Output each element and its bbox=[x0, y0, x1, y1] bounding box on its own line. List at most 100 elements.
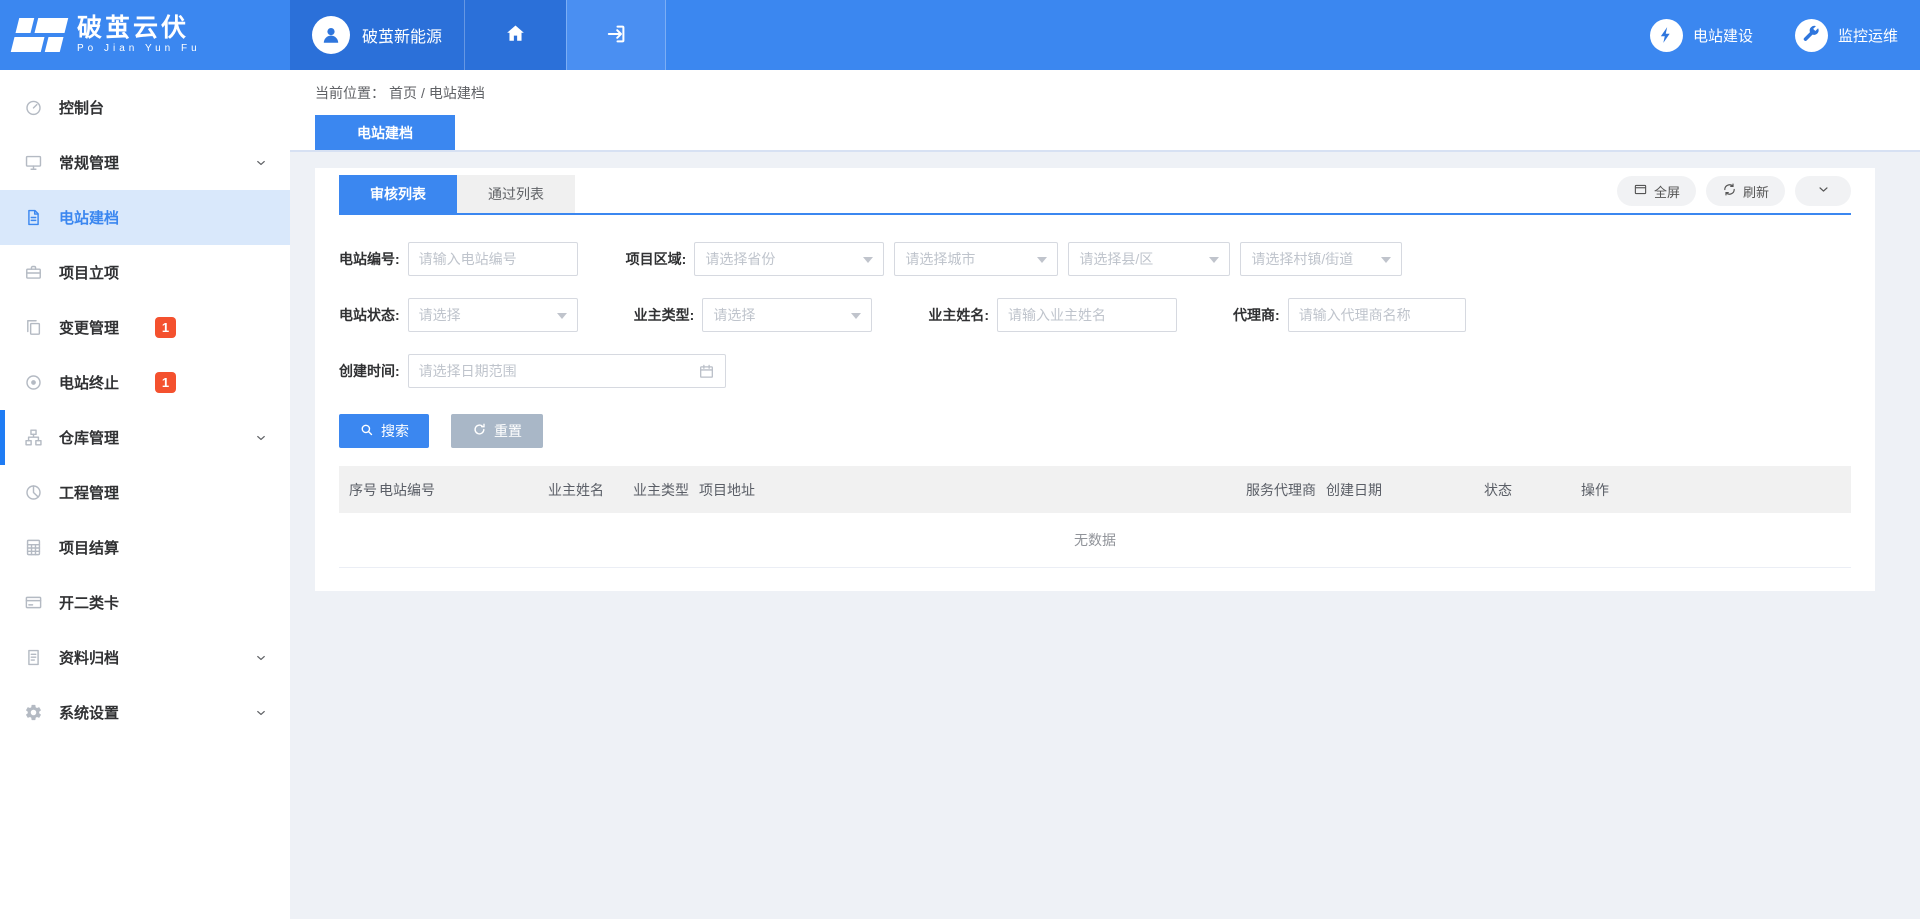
search-icon bbox=[359, 422, 374, 440]
notification-badge: 1 bbox=[155, 372, 176, 393]
sidebar-item-console[interactable]: 控制台 bbox=[0, 80, 290, 135]
filter-field-county: 请选择县/区 bbox=[1068, 242, 1230, 276]
record-icon bbox=[24, 373, 43, 392]
active-indicator bbox=[0, 410, 5, 465]
caret-down-icon bbox=[863, 257, 873, 263]
refresh-label: 刷新 bbox=[1743, 182, 1769, 201]
refresh-icon bbox=[1722, 182, 1737, 200]
archive-icon bbox=[24, 648, 43, 667]
home-button[interactable] bbox=[464, 0, 566, 70]
filter-input-agent[interactable] bbox=[1288, 298, 1466, 332]
filter-select-village[interactable]: 请选择村镇/街道 bbox=[1240, 242, 1402, 276]
sidebar-item-label: 资料归档 bbox=[59, 647, 119, 668]
sidebar-item-label: 项目结算 bbox=[59, 537, 119, 558]
filter-label-agent: 代理商: bbox=[1233, 305, 1280, 325]
sidebar: 控制台常规管理电站建档项目立项变更管理1电站终止1仓库管理工程管理项目结算开二类… bbox=[0, 70, 290, 919]
filter-select-owner-type[interactable]: 请选择 bbox=[702, 298, 872, 332]
sidebar-item-warehouse-mgmt[interactable]: 仓库管理 bbox=[0, 410, 290, 465]
table-header-row: 序号电站编号业主姓名业主类型项目地址服务代理商创建日期状态操作 bbox=[339, 466, 1851, 513]
sidebar-item-label: 仓库管理 bbox=[59, 427, 119, 448]
breadcrumb-home-link[interactable]: 首页 bbox=[389, 83, 417, 103]
sidebar-item-label: 变更管理 bbox=[59, 317, 119, 338]
chevron-down-icon bbox=[254, 431, 268, 445]
select-placeholder: 请选择 bbox=[419, 305, 461, 325]
filter-label-create-time: 创建时间: bbox=[339, 361, 400, 381]
filter-select-city[interactable]: 请选择城市 bbox=[894, 242, 1058, 276]
logout-button[interactable] bbox=[566, 0, 666, 70]
column-header-1: 电站编号 bbox=[379, 480, 548, 500]
page-tab-station-archive[interactable]: 电站建档 bbox=[315, 115, 455, 150]
filter-field-owner-type: 业主类型:请选择 bbox=[634, 298, 873, 332]
content-area: 当前位置： 首页 / 电站建档 电站建档 审核列表通过列表 全屏 bbox=[290, 70, 1920, 919]
tab-passed-list[interactable]: 通过列表 bbox=[457, 175, 575, 213]
top-nav-monitor-ops[interactable]: 监控运维 bbox=[1795, 19, 1898, 52]
collapse-button[interactable] bbox=[1795, 176, 1851, 206]
sidebar-item-label: 开二类卡 bbox=[59, 592, 119, 613]
filter-field-station-no: 电站编号: bbox=[339, 242, 578, 276]
sidebar-item-station-archive[interactable]: 电站建档 bbox=[0, 190, 290, 245]
top-nav-station-build[interactable]: 电站建设 bbox=[1650, 19, 1753, 52]
reset-icon bbox=[472, 422, 487, 440]
breadcrumb: 当前位置： 首页 / 电站建档 bbox=[290, 70, 1920, 115]
select-placeholder: 请选择县/区 bbox=[1079, 249, 1153, 269]
calculator-icon bbox=[24, 538, 43, 557]
search-label: 搜索 bbox=[381, 421, 409, 441]
filter-form: 电站编号: 项目区域: 请选择省份 请选择城市 请选择县/区 请选择村镇/街道电站状态:请… bbox=[339, 242, 1851, 388]
logout-icon bbox=[604, 22, 628, 49]
select-placeholder: 请选择城市 bbox=[905, 249, 975, 269]
sidebar-item-data-archive[interactable]: 资料归档 bbox=[0, 630, 290, 685]
card-icon bbox=[24, 593, 43, 612]
filter-field-owner-name: 业主姓名: bbox=[928, 298, 1177, 332]
sidebar-item-station-termination[interactable]: 电站终止1 bbox=[0, 355, 290, 410]
sidebar-item-change-mgmt[interactable]: 变更管理 1 bbox=[0, 300, 290, 355]
reset-button[interactable]: 重置 bbox=[451, 414, 543, 448]
search-button[interactable]: 搜索 bbox=[339, 414, 429, 448]
panel-tab-bar: 审核列表通过列表 全屏 刷新 bbox=[339, 175, 1851, 215]
filter-daterange-create-time[interactable]: 请选择日期范围 bbox=[408, 354, 726, 388]
caret-down-icon bbox=[851, 313, 861, 319]
top-bar: 破茧云伏 Po Jian Yun Fu 破茧新能源 电站建设监控运维 bbox=[0, 0, 1920, 70]
filter-label-station-no: 电站编号: bbox=[339, 249, 400, 269]
filter-label-owner-name: 业主姓名: bbox=[928, 305, 989, 325]
sidebar-item-project-settlement[interactable]: 项目结算 bbox=[0, 520, 290, 575]
breadcrumb-prefix: 当前位置： bbox=[315, 83, 385, 103]
sidebar-item-engineering-mgmt[interactable]: 工程管理 bbox=[0, 465, 290, 520]
brand-title: 破茧云伏 bbox=[77, 15, 201, 42]
filter-input-owner-name[interactable] bbox=[997, 298, 1177, 332]
column-header-2: 业主姓名 bbox=[548, 480, 633, 500]
fullscreen-button[interactable]: 全屏 bbox=[1617, 176, 1696, 206]
filter-select-province[interactable]: 请选择省份 bbox=[694, 242, 884, 276]
tab-review-list[interactable]: 审核列表 bbox=[339, 175, 457, 213]
chevron-down-icon bbox=[254, 706, 268, 720]
filter-row: 电站编号: 项目区域: 请选择省份 请选择城市 请选择县/区 请选择村镇/街道 bbox=[339, 242, 1851, 276]
sidebar-item-system-settings[interactable]: 系统设置 bbox=[0, 685, 290, 740]
date-placeholder: 请选择日期范围 bbox=[419, 361, 517, 381]
breadcrumb-separator: / bbox=[421, 85, 425, 101]
top-bar-spacer bbox=[666, 0, 1650, 70]
filter-select-county[interactable]: 请选择县/区 bbox=[1068, 242, 1230, 276]
sidebar-item-general-mgmt[interactable]: 常规管理 bbox=[0, 135, 290, 190]
caret-down-icon bbox=[1381, 257, 1391, 263]
column-header-4: 项目地址 bbox=[699, 480, 1246, 500]
filter-select-station-status[interactable]: 请选择 bbox=[408, 298, 578, 332]
sidebar-item-project-approval[interactable]: 项目立项 bbox=[0, 245, 290, 300]
wrench-icon bbox=[1795, 19, 1828, 52]
fullscreen-icon bbox=[1633, 182, 1648, 200]
sidebar-item-type2-card[interactable]: 开二类卡 bbox=[0, 575, 290, 630]
refresh-button[interactable]: 刷新 bbox=[1706, 176, 1785, 206]
sidebar-item-label: 电站建档 bbox=[59, 207, 119, 228]
calendar-icon bbox=[698, 363, 715, 380]
column-header-0: 序号 bbox=[349, 480, 379, 500]
notification-badge: 1 bbox=[155, 317, 176, 338]
filter-field-station-status: 电站状态:请选择 bbox=[339, 298, 578, 332]
top-nav-label: 电站建设 bbox=[1693, 25, 1753, 46]
chevron-down-icon bbox=[1816, 182, 1831, 200]
caret-down-icon bbox=[1037, 257, 1047, 263]
fullscreen-label: 全屏 bbox=[1654, 182, 1680, 201]
filter-label-province: 项目区域: bbox=[626, 249, 687, 269]
user-menu[interactable]: 破茧新能源 bbox=[290, 0, 464, 70]
filter-input-station-no[interactable] bbox=[408, 242, 578, 276]
results-table: 序号电站编号业主姓名业主类型项目地址服务代理商创建日期状态操作 无数据 bbox=[339, 466, 1851, 568]
top-nav-label: 监控运维 bbox=[1838, 25, 1898, 46]
select-placeholder: 请选择 bbox=[713, 305, 755, 325]
